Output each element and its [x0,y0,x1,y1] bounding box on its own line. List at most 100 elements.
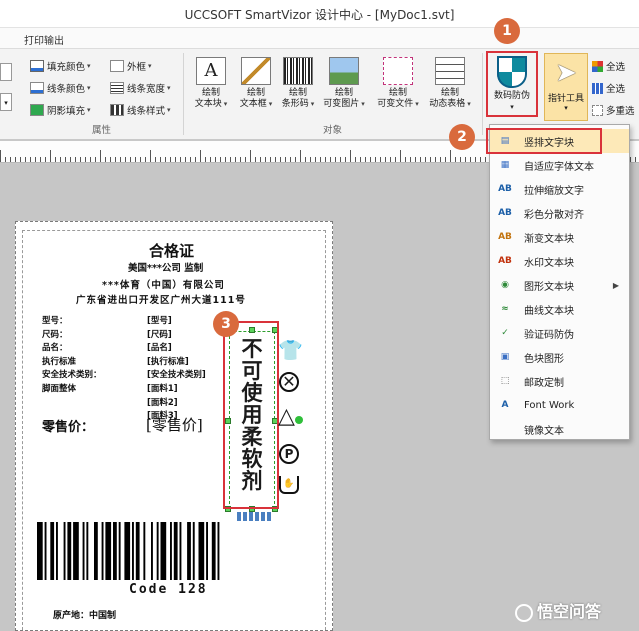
shadow-fill-button[interactable]: 阴影填充 ▾ [30,101,91,119]
line-style-button[interactable]: 线条样式 ▾ [110,101,171,119]
field-key[interactable]: 型号： [42,314,68,326]
dry-clean-p-icon: P [279,444,299,464]
cursor-arrow-icon: ➤ [555,58,577,88]
price-label[interactable]: 零售价： [42,416,94,435]
draw-variable-image-button[interactable]: 绘制 可变图片 ▾ [320,55,368,119]
menu-item[interactable]: AB 拉伸缩放文字 [490,177,629,201]
barcode-bar [206,522,208,580]
barcode-bar [113,522,117,580]
barcode-bar [44,522,47,580]
draw-barcode-button[interactable]: 绘制 条形码 ▾ [274,55,322,119]
menu-item[interactable]: AB 渐变文本块 [490,225,629,249]
draw-text-box-button[interactable]: 绘制 文本框 ▾ [232,55,280,119]
watermark-text: 悟空问答 [537,602,602,621]
menu-item[interactable]: ▦ 自适应字体文本 [490,153,629,177]
draw-dynamic-table-button[interactable]: 绘制 动态表格 ▾ [426,55,474,119]
barcode-bar [160,522,167,580]
bleach-triangle-icon: △ [278,404,295,429]
multi-select-button[interactable]: 多重选 [592,101,635,119]
menu-item[interactable]: ≈ 曲线文本块 [490,297,629,321]
field-key[interactable]: 脚面整体 [42,382,76,394]
field-key[interactable]: 执行标准 [42,355,76,367]
label-supervisor[interactable]: 美国***公司 监制 [128,260,203,274]
label-page[interactable]: 合格证 美国***公司 监制 ***体育（中国）有限公司 广东省进出口开发区广州… [15,221,333,631]
field-value[interactable]: [面料1] [147,382,178,394]
line-width-button[interactable]: 线条宽度 ▾ [110,79,171,97]
line-color-button[interactable]: 线条颜色 ▾ [30,79,91,97]
menu-item-icon: ≈ [501,304,509,314]
menu-item[interactable]: ◉ 图形文本块 ▶ [490,273,629,297]
group-label-properties: 属性 [92,125,112,136]
field-key[interactable]: 安全技术类别： [42,368,102,380]
field-value[interactable]: [尺码] [147,328,172,340]
label-title[interactable]: 合格证 [149,240,194,261]
frame-button[interactable]: 外框 ▾ [110,57,152,75]
field-value[interactable]: [执行标准] [147,355,189,367]
btn-label-line2: 文本块 ▾ [194,99,228,109]
btn-label-line2: 可变图片 ▾ [323,99,365,109]
menu-item-label: 镜像文本 [524,425,564,437]
menu-item-label: 邮政定制 [524,377,564,389]
menu-item[interactable]: AB 彩色分散对齐 [490,201,629,225]
menu-item[interactable]: A Font Work [490,393,629,417]
barcode-bar [118,522,121,580]
field-key[interactable]: 尺码： [42,328,68,340]
select-grid-icon [592,82,603,94]
btn-label-line1: 绘制 [440,88,459,98]
menu-item-label: Font Work [524,399,575,411]
btn-label-line1: 绘制 [288,88,307,98]
menu-item-label: 拉伸缩放文字 [524,185,584,197]
barcode-caption[interactable]: Code 128 [129,582,208,597]
menu-item-icon: ✓ [501,328,509,338]
text-block-icon: A [196,57,226,85]
draw-text-block-button[interactable]: A 绘制 文本块 ▾ [187,55,235,119]
line-width-icon [110,82,124,94]
object-toolbar-icon[interactable] [237,512,273,521]
btn-label-line2: 动态表格 ▾ [429,99,471,109]
label-company[interactable]: ***体育（中国）有限公司 [102,277,225,291]
barcode-bar [151,522,153,580]
barcode-bar [37,522,43,580]
menu-item[interactable]: ✓ 验证码防伪 [490,321,629,345]
green-handle-icon[interactable] [295,416,303,424]
barcode-bar [101,522,104,580]
menu-item-icon: A [501,400,509,410]
ribbon-separator [482,53,483,135]
menu-item[interactable]: 镜像文本 [490,417,629,441]
fill-color-button[interactable]: 填充颜色 ▾ [30,57,91,75]
menu-item-icon: ▦ [500,160,510,170]
barcode-bar [132,522,134,580]
price-value[interactable]: [零售价] [146,414,203,435]
menu-item-label: 验证码防伪 [524,329,574,341]
select-all-2-button[interactable]: 全选 [592,79,625,97]
watermark: 悟空问答 [515,598,601,622]
menu-item[interactable]: ⬚ 邮政定制 [490,369,629,393]
pen-icon [30,82,44,94]
list-icon[interactable] [0,63,12,81]
menu-item-label: 渐变文本块 [524,233,574,245]
menu-item-icon: AB [498,184,512,194]
barcode-bar [86,522,89,580]
menu-item[interactable]: ▣ 色块图形 [490,345,629,369]
dropdown-arrow-icon[interactable]: ▾ [0,93,12,111]
field-value[interactable]: [面料2] [147,396,178,408]
tab-print-output[interactable]: 打印输出 [24,32,64,47]
select-all-button[interactable]: 全选 [592,57,625,75]
menu-item[interactable]: AB 水印文本块 [490,249,629,273]
field-value[interactable]: [安全技术类别] [147,368,206,380]
barcode-bar [198,522,205,580]
field-key[interactable]: 品名： [42,341,68,353]
barcode[interactable] [37,522,287,582]
field-value[interactable]: [品名] [147,341,172,353]
field-value[interactable]: [型号] [147,314,172,326]
pointer-tool-button[interactable]: ➤ 指针工具 ▾ [544,53,588,121]
menu-item-icon: AB [498,256,512,266]
label-address[interactable]: 广东省进出口开发区广州大道111号 [76,292,246,306]
menu-item-label: 图形文本块 [524,281,574,293]
highlight-box-anti-fake [486,51,538,117]
draw-variable-file-button[interactable]: 绘制 可变文件 ▾ [374,55,422,119]
step-badge-1: 1 [494,18,520,44]
ribbon-tab-row: 打印输出 [0,28,639,48]
origin-text[interactable]: 原产地：中国制 [53,608,116,621]
barcode-icon [283,57,313,85]
